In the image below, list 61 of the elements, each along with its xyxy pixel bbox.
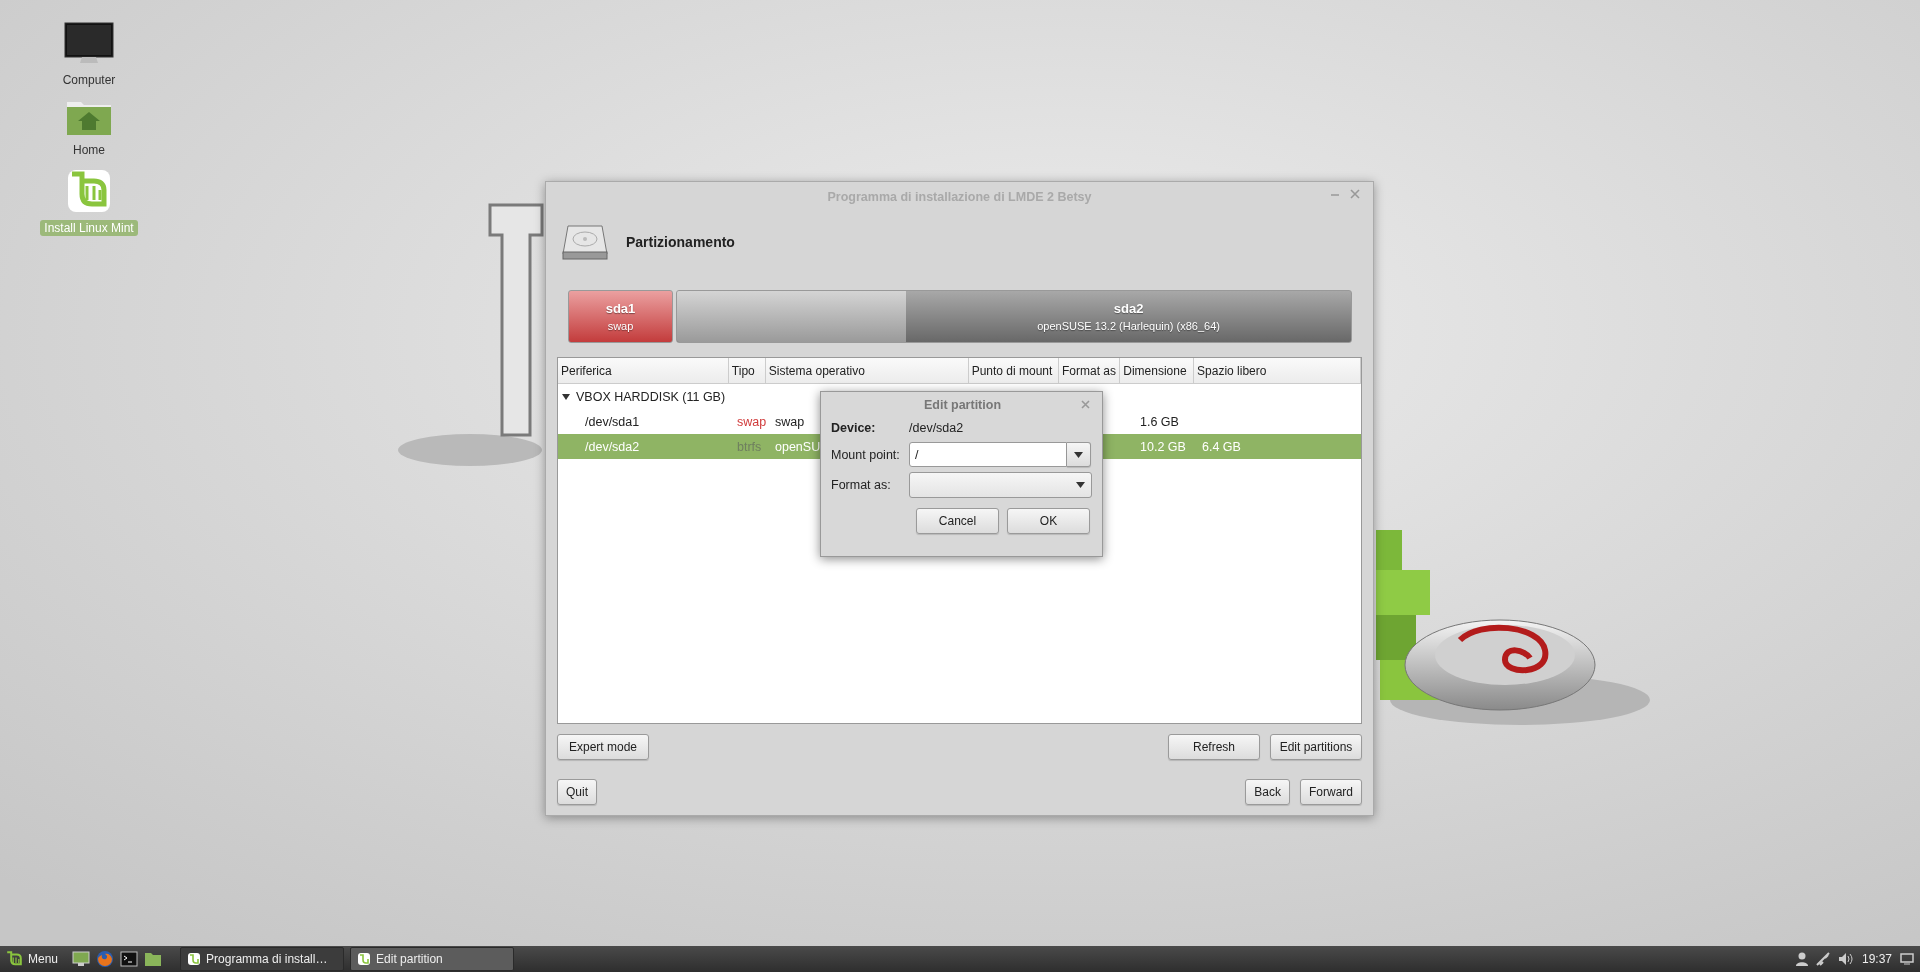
disk-name: VBOX HARDDISK (11 GB) xyxy=(576,389,726,404)
window-icon xyxy=(357,952,372,966)
mount-point-field[interactable]: / xyxy=(909,442,1067,467)
table-cell: openSU xyxy=(775,439,821,454)
expert-mode-button[interactable]: Expert mode xyxy=(557,734,649,760)
volume-icon[interactable] xyxy=(1837,952,1854,966)
table-cell: swap xyxy=(775,414,805,429)
nav-button[interactable]: Back xyxy=(1245,779,1290,805)
dropdown-button[interactable] xyxy=(1067,442,1091,467)
network-icon[interactable] xyxy=(1815,952,1830,966)
caret-icon xyxy=(1076,481,1085,488)
window-icon xyxy=(187,952,202,966)
table-cell: 1.6 GB xyxy=(1140,414,1179,429)
action-button[interactable]: Edit partitions xyxy=(1270,734,1362,760)
terminal-icon[interactable] xyxy=(120,951,139,967)
column-header[interactable]: Periferica xyxy=(558,358,729,383)
column-header[interactable]: Spazio libero xyxy=(1194,358,1361,383)
nav-button[interactable]: Forward xyxy=(1300,779,1362,805)
display-icon[interactable] xyxy=(1900,953,1914,965)
partition-name: sda2 xyxy=(1113,301,1144,316)
table-cell: swap xyxy=(737,414,767,429)
clock[interactable]: 19:37 xyxy=(1861,952,1892,966)
table-cell[interactable]: /dev/sda1 xyxy=(585,414,640,429)
column-header[interactable]: Punto di mount xyxy=(968,358,1059,383)
dialog-button[interactable]: Cancel xyxy=(916,508,999,534)
column-header[interactable]: Dimensione xyxy=(1120,358,1195,383)
expanded-arrow-icon[interactable] xyxy=(561,391,571,402)
partition-segment[interactable]: sda1 swap xyxy=(568,290,673,343)
action-button[interactable]: Refresh xyxy=(1168,734,1260,760)
column-header[interactable]: Tipo xyxy=(728,358,766,383)
desktop-icon-label[interactable]: Computer xyxy=(58,72,120,88)
column-header[interactable]: Sistema operativo xyxy=(765,358,969,383)
field-label: Format as: xyxy=(831,477,892,492)
field-label: Device: xyxy=(831,421,877,435)
desktop-icon-label[interactable]: Home xyxy=(69,142,109,158)
caret-icon xyxy=(1074,451,1083,458)
folder-icon[interactable] xyxy=(144,951,163,967)
user-icon[interactable] xyxy=(1795,952,1808,966)
desktop-icon[interactable] xyxy=(72,951,91,967)
partition-segment[interactable]: sda2 openSUSE 13.2 (Harlequin) (x86_64) xyxy=(676,290,1352,343)
menu-button[interactable]: Menu xyxy=(28,952,59,966)
dialog-title: Edit partition xyxy=(923,398,1002,412)
monitor-icon[interactable] xyxy=(64,22,114,66)
page-heading: Partizionamento xyxy=(626,234,735,250)
field-label: Mount point: xyxy=(831,447,901,462)
partition-detail: openSUSE 13.2 (Harlequin) (x86_64) xyxy=(1037,320,1220,332)
partition-detail: swap xyxy=(607,320,634,332)
quit-button[interactable]: Quit xyxy=(557,779,597,805)
table-cell: 6.4 GB xyxy=(1202,439,1241,454)
taskbar-window-button[interactable]: Edit partition xyxy=(350,947,515,971)
firefox-icon[interactable] xyxy=(96,950,115,968)
dialog-button[interactable]: OK xyxy=(1007,508,1090,534)
taskbar-window-title: Edit partition xyxy=(376,952,443,966)
taskbar-window-button[interactable]: Programma di install… xyxy=(180,947,345,971)
table-cell: 10.2 GB xyxy=(1140,439,1186,454)
device-value: /dev/sda2 xyxy=(909,421,964,435)
taskbar-window-title: Programma di install… xyxy=(206,952,328,966)
partition-name: sda1 xyxy=(605,301,636,316)
mint-logo-icon[interactable] xyxy=(6,951,22,967)
column-header[interactable]: Format as xyxy=(1059,358,1121,383)
hard-disk-icon xyxy=(562,224,608,260)
